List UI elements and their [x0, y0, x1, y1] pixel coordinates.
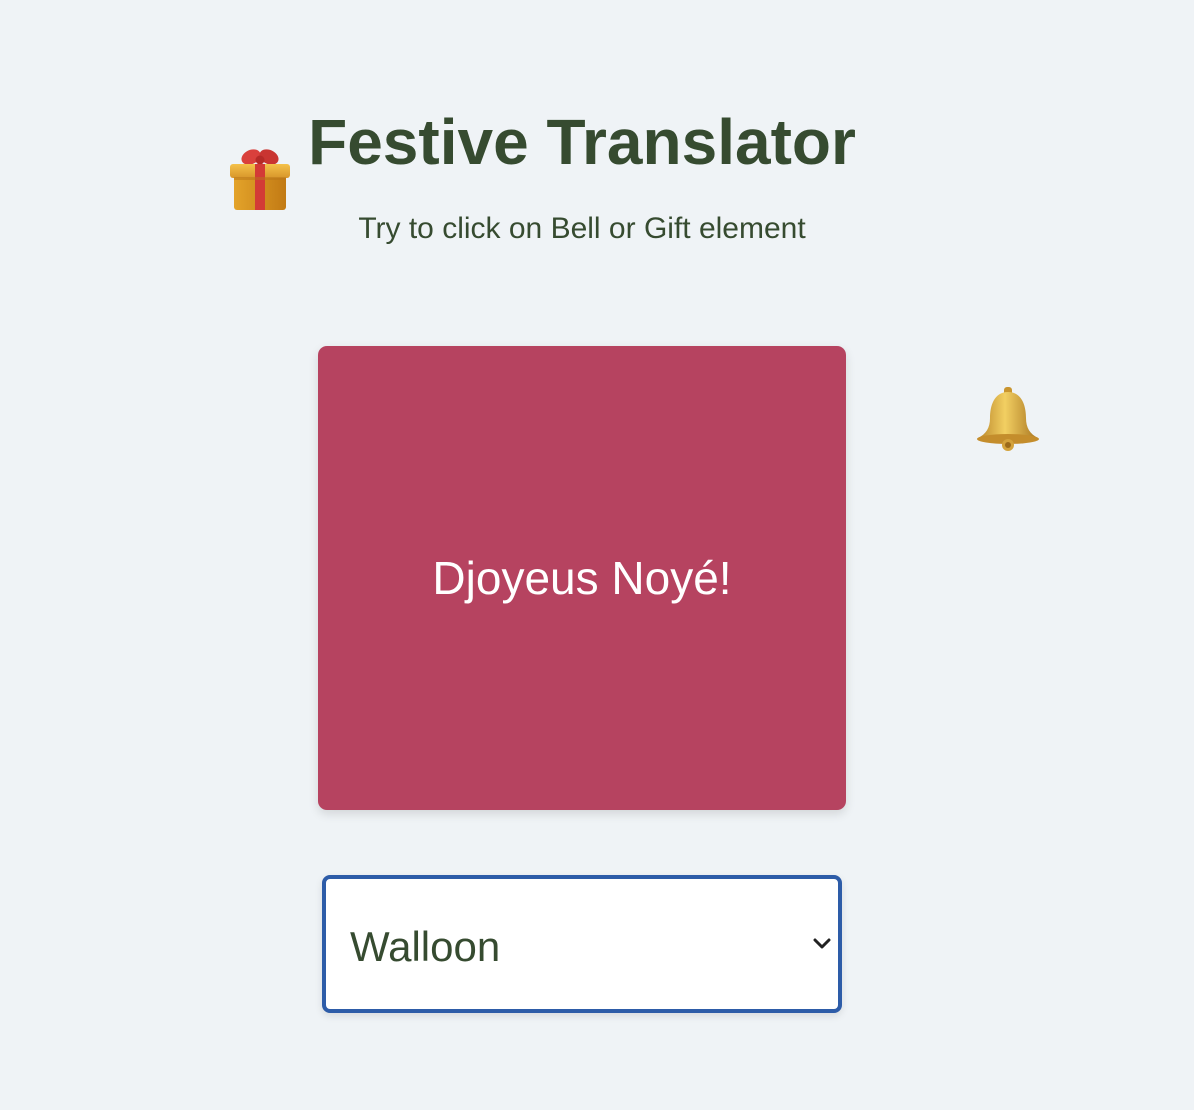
greeting-card: Djoyeus Noyé!: [318, 346, 846, 810]
greeting-text: Djoyeus Noyé!: [432, 552, 732, 604]
gift-icon[interactable]: [226, 146, 294, 214]
language-select[interactable]: Walloon: [322, 875, 842, 1013]
chevron-down-icon: [813, 938, 831, 949]
language-select-value: Walloon: [350, 923, 501, 970]
bell-icon[interactable]: [972, 384, 1044, 456]
page-title: Festive Translator: [308, 106, 856, 178]
page-subtitle: Try to click on Bell or Gift element: [358, 212, 806, 245]
